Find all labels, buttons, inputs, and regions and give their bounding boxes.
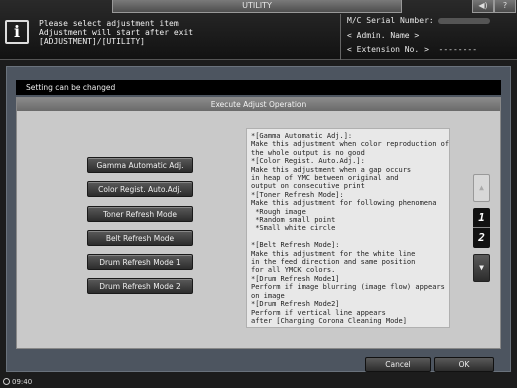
message-line: Adjustment will start after exit	[39, 28, 194, 37]
description-line: after [Charging Corona Cleaning Mode]	[251, 316, 407, 325]
help-button[interactable]: ?	[494, 0, 516, 13]
toner-refresh-mode-button[interactable]: Toner Refresh Mode	[87, 206, 193, 222]
scroll-up-button[interactable]: ▲	[473, 174, 490, 202]
description-line: in heap of YMC between original and	[251, 174, 399, 183]
description-line	[251, 233, 445, 241]
description-line: for all YMCK colors.	[251, 266, 336, 275]
color-regist-auto-adj-button[interactable]: Color Regist. Auto.Adj.	[87, 181, 193, 197]
description-line: on image	[251, 291, 285, 300]
description-line: Make this adjustment when color reproduc…	[251, 140, 450, 149]
current-page: 1	[473, 208, 490, 228]
description-line: *[Gamma Automatic Adj.]:	[251, 132, 353, 140]
drum-refresh-mode-2-button[interactable]: Drum Refresh Mode 2	[87, 278, 193, 294]
arrow-up-icon: ▲	[479, 183, 484, 192]
description-line: *[Toner Refresh Mode]:	[251, 190, 344, 199]
description-line: the whole output is no good	[251, 148, 365, 157]
description-line: output on consecutive print	[251, 182, 365, 191]
description-line: *[Drum Refresh Mode2]	[251, 300, 340, 309]
description-line: *Rough image	[251, 207, 306, 216]
description-line: *[Color Regist. Auto.Adj.]:	[251, 157, 365, 166]
redacted-value	[437, 17, 490, 24]
message-line: Please select adjustment item	[39, 19, 179, 28]
total-pages: 2	[478, 231, 485, 244]
clock: 09:40	[3, 378, 32, 386]
dialog-title: Execute Adjust Operation	[17, 98, 500, 111]
instruction-message: Please select adjustment item Adjustment…	[39, 19, 329, 46]
drum-refresh-mode-1-button[interactable]: Drum Refresh Mode 1	[87, 254, 193, 270]
clock-time: 09:40	[12, 378, 33, 386]
admin-name: < Admin. Name >	[347, 31, 420, 40]
arrow-down-icon: ▼	[479, 263, 484, 272]
description-line: *Small white circle	[251, 224, 336, 233]
extension-number: < Extension No. > --------	[347, 45, 478, 54]
gamma-automatic-adj-button[interactable]: Gamma Automatic Adj.	[87, 157, 193, 173]
message-line: [ADJUSTMENT]/[UTILITY]	[39, 37, 145, 46]
description-line: in the feed direction and same position	[251, 258, 416, 267]
description-panel: *[Gamma Automatic Adj.]: Make this adjust…	[246, 128, 450, 328]
description-line: *[Drum Refresh Mode1]	[251, 274, 340, 283]
description-line: Perform if vertical line appears	[251, 308, 386, 317]
info-icon: i	[5, 20, 29, 44]
description-line: *Random small point	[251, 216, 336, 225]
cancel-button[interactable]: Cancel	[365, 357, 431, 372]
scroll-down-button[interactable]: ▼	[473, 254, 490, 282]
description-line: Make this adjustment for the white line	[251, 249, 416, 258]
volume-button[interactable]: ◀)	[472, 0, 494, 13]
description-line: Make this adjustment for following pheno…	[251, 199, 437, 208]
description-line: Make this adjustment when a gap occurs	[251, 165, 412, 174]
ok-button[interactable]: OK	[434, 357, 494, 372]
belt-refresh-mode-button[interactable]: Belt Refresh Mode	[87, 230, 193, 246]
serial-number: M/C Serial Number:	[347, 16, 490, 25]
status-bar: Setting can be changed	[16, 80, 501, 95]
tab-utility[interactable]: UTILITY	[112, 0, 402, 13]
description-line: *[Belt Refresh Mode]:	[251, 241, 340, 250]
header-bar: UTILITY ◀) ? i Please select adjustment …	[0, 0, 517, 60]
speaker-icon: ◀)	[478, 1, 488, 10]
page-indicator: 1 2	[473, 208, 490, 248]
machine-info-panel: M/C Serial Number: < Admin. Name > < Ext…	[340, 14, 517, 60]
description-line: Perform if image blurring (image flow) a…	[251, 283, 445, 292]
adjust-dialog: Execute Adjust Operation Gamma Automatic…	[16, 97, 501, 349]
clock-icon	[3, 378, 10, 385]
